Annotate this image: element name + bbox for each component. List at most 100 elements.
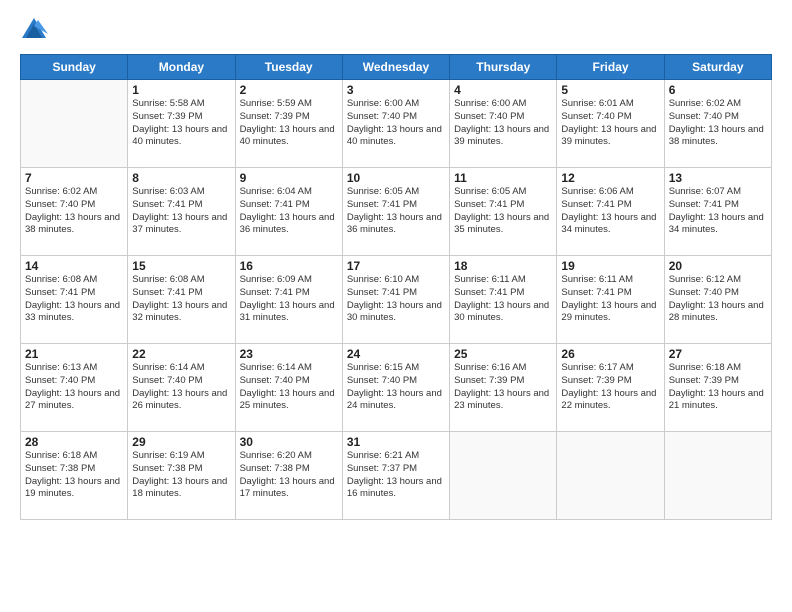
day-number: 21 bbox=[25, 347, 123, 361]
day-number: 10 bbox=[347, 171, 445, 185]
day-number: 9 bbox=[240, 171, 338, 185]
day-cell-15: 15Sunrise: 6:08 AM Sunset: 7:41 PM Dayli… bbox=[128, 256, 235, 344]
day-info: Sunrise: 6:05 AM Sunset: 7:41 PM Dayligh… bbox=[454, 186, 552, 237]
day-number: 8 bbox=[132, 171, 230, 185]
day-info: Sunrise: 6:12 AM Sunset: 7:40 PM Dayligh… bbox=[669, 274, 767, 325]
day-cell-23: 23Sunrise: 6:14 AM Sunset: 7:40 PM Dayli… bbox=[235, 344, 342, 432]
day-header-thursday: Thursday bbox=[450, 55, 557, 80]
day-number: 27 bbox=[669, 347, 767, 361]
day-cell-6: 6Sunrise: 6:02 AM Sunset: 7:40 PM Daylig… bbox=[664, 80, 771, 168]
day-number: 7 bbox=[25, 171, 123, 185]
day-number: 15 bbox=[132, 259, 230, 273]
day-info: Sunrise: 6:06 AM Sunset: 7:41 PM Dayligh… bbox=[561, 186, 659, 237]
week-row-1: 1Sunrise: 5:58 AM Sunset: 7:39 PM Daylig… bbox=[21, 80, 772, 168]
day-number: 17 bbox=[347, 259, 445, 273]
day-number: 1 bbox=[132, 83, 230, 97]
week-row-3: 14Sunrise: 6:08 AM Sunset: 7:41 PM Dayli… bbox=[21, 256, 772, 344]
day-info: Sunrise: 6:16 AM Sunset: 7:39 PM Dayligh… bbox=[454, 362, 552, 413]
day-cell-3: 3Sunrise: 6:00 AM Sunset: 7:40 PM Daylig… bbox=[342, 80, 449, 168]
day-header-monday: Monday bbox=[128, 55, 235, 80]
day-cell-25: 25Sunrise: 6:16 AM Sunset: 7:39 PM Dayli… bbox=[450, 344, 557, 432]
day-info: Sunrise: 6:17 AM Sunset: 7:39 PM Dayligh… bbox=[561, 362, 659, 413]
day-cell-24: 24Sunrise: 6:15 AM Sunset: 7:40 PM Dayli… bbox=[342, 344, 449, 432]
day-cell-5: 5Sunrise: 6:01 AM Sunset: 7:40 PM Daylig… bbox=[557, 80, 664, 168]
day-info: Sunrise: 6:11 AM Sunset: 7:41 PM Dayligh… bbox=[454, 274, 552, 325]
week-row-5: 28Sunrise: 6:18 AM Sunset: 7:38 PM Dayli… bbox=[21, 432, 772, 520]
day-number: 2 bbox=[240, 83, 338, 97]
day-number: 19 bbox=[561, 259, 659, 273]
day-info: Sunrise: 6:00 AM Sunset: 7:40 PM Dayligh… bbox=[454, 98, 552, 149]
day-info: Sunrise: 6:14 AM Sunset: 7:40 PM Dayligh… bbox=[132, 362, 230, 413]
day-cell-29: 29Sunrise: 6:19 AM Sunset: 7:38 PM Dayli… bbox=[128, 432, 235, 520]
day-info: Sunrise: 6:07 AM Sunset: 7:41 PM Dayligh… bbox=[669, 186, 767, 237]
day-cell-1: 1Sunrise: 5:58 AM Sunset: 7:39 PM Daylig… bbox=[128, 80, 235, 168]
day-cell-9: 9Sunrise: 6:04 AM Sunset: 7:41 PM Daylig… bbox=[235, 168, 342, 256]
day-header-saturday: Saturday bbox=[664, 55, 771, 80]
day-number: 26 bbox=[561, 347, 659, 361]
day-cell-4: 4Sunrise: 6:00 AM Sunset: 7:40 PM Daylig… bbox=[450, 80, 557, 168]
day-cell-11: 11Sunrise: 6:05 AM Sunset: 7:41 PM Dayli… bbox=[450, 168, 557, 256]
day-info: Sunrise: 6:05 AM Sunset: 7:41 PM Dayligh… bbox=[347, 186, 445, 237]
day-cell-21: 21Sunrise: 6:13 AM Sunset: 7:40 PM Dayli… bbox=[21, 344, 128, 432]
day-header-sunday: Sunday bbox=[21, 55, 128, 80]
day-number: 29 bbox=[132, 435, 230, 449]
day-info: Sunrise: 6:02 AM Sunset: 7:40 PM Dayligh… bbox=[669, 98, 767, 149]
day-number: 5 bbox=[561, 83, 659, 97]
day-info: Sunrise: 6:20 AM Sunset: 7:38 PM Dayligh… bbox=[240, 450, 338, 501]
day-info: Sunrise: 6:03 AM Sunset: 7:41 PM Dayligh… bbox=[132, 186, 230, 237]
logo bbox=[20, 16, 52, 44]
day-cell-22: 22Sunrise: 6:14 AM Sunset: 7:40 PM Dayli… bbox=[128, 344, 235, 432]
day-info: Sunrise: 6:02 AM Sunset: 7:40 PM Dayligh… bbox=[25, 186, 123, 237]
day-cell-31: 31Sunrise: 6:21 AM Sunset: 7:37 PM Dayli… bbox=[342, 432, 449, 520]
day-info: Sunrise: 6:19 AM Sunset: 7:38 PM Dayligh… bbox=[132, 450, 230, 501]
day-number: 23 bbox=[240, 347, 338, 361]
day-number: 12 bbox=[561, 171, 659, 185]
day-number: 20 bbox=[669, 259, 767, 273]
day-info: Sunrise: 6:21 AM Sunset: 7:37 PM Dayligh… bbox=[347, 450, 445, 501]
day-cell-2: 2Sunrise: 5:59 AM Sunset: 7:39 PM Daylig… bbox=[235, 80, 342, 168]
day-number: 22 bbox=[132, 347, 230, 361]
day-number: 31 bbox=[347, 435, 445, 449]
day-info: Sunrise: 6:01 AM Sunset: 7:40 PM Dayligh… bbox=[561, 98, 659, 149]
day-number: 14 bbox=[25, 259, 123, 273]
day-number: 16 bbox=[240, 259, 338, 273]
day-info: Sunrise: 6:11 AM Sunset: 7:41 PM Dayligh… bbox=[561, 274, 659, 325]
day-cell-8: 8Sunrise: 6:03 AM Sunset: 7:41 PM Daylig… bbox=[128, 168, 235, 256]
day-cell-16: 16Sunrise: 6:09 AM Sunset: 7:41 PM Dayli… bbox=[235, 256, 342, 344]
day-cell-7: 7Sunrise: 6:02 AM Sunset: 7:40 PM Daylig… bbox=[21, 168, 128, 256]
header bbox=[20, 16, 772, 44]
day-info: Sunrise: 5:59 AM Sunset: 7:39 PM Dayligh… bbox=[240, 98, 338, 149]
day-number: 3 bbox=[347, 83, 445, 97]
day-cell-17: 17Sunrise: 6:10 AM Sunset: 7:41 PM Dayli… bbox=[342, 256, 449, 344]
day-cell-12: 12Sunrise: 6:06 AM Sunset: 7:41 PM Dayli… bbox=[557, 168, 664, 256]
day-number: 30 bbox=[240, 435, 338, 449]
day-cell-18: 18Sunrise: 6:11 AM Sunset: 7:41 PM Dayli… bbox=[450, 256, 557, 344]
page: SundayMondayTuesdayWednesdayThursdayFrid… bbox=[0, 0, 792, 612]
empty-cell bbox=[557, 432, 664, 520]
day-info: Sunrise: 5:58 AM Sunset: 7:39 PM Dayligh… bbox=[132, 98, 230, 149]
day-info: Sunrise: 6:00 AM Sunset: 7:40 PM Dayligh… bbox=[347, 98, 445, 149]
week-row-4: 21Sunrise: 6:13 AM Sunset: 7:40 PM Dayli… bbox=[21, 344, 772, 432]
day-number: 11 bbox=[454, 171, 552, 185]
day-info: Sunrise: 6:04 AM Sunset: 7:41 PM Dayligh… bbox=[240, 186, 338, 237]
day-info: Sunrise: 6:10 AM Sunset: 7:41 PM Dayligh… bbox=[347, 274, 445, 325]
day-info: Sunrise: 6:18 AM Sunset: 7:39 PM Dayligh… bbox=[669, 362, 767, 413]
day-cell-14: 14Sunrise: 6:08 AM Sunset: 7:41 PM Dayli… bbox=[21, 256, 128, 344]
day-cell-10: 10Sunrise: 6:05 AM Sunset: 7:41 PM Dayli… bbox=[342, 168, 449, 256]
day-header-friday: Friday bbox=[557, 55, 664, 80]
empty-cell bbox=[450, 432, 557, 520]
day-cell-19: 19Sunrise: 6:11 AM Sunset: 7:41 PM Dayli… bbox=[557, 256, 664, 344]
header-row: SundayMondayTuesdayWednesdayThursdayFrid… bbox=[21, 55, 772, 80]
day-number: 4 bbox=[454, 83, 552, 97]
day-info: Sunrise: 6:15 AM Sunset: 7:40 PM Dayligh… bbox=[347, 362, 445, 413]
calendar-table: SundayMondayTuesdayWednesdayThursdayFrid… bbox=[20, 54, 772, 520]
day-cell-26: 26Sunrise: 6:17 AM Sunset: 7:39 PM Dayli… bbox=[557, 344, 664, 432]
day-number: 18 bbox=[454, 259, 552, 273]
day-cell-28: 28Sunrise: 6:18 AM Sunset: 7:38 PM Dayli… bbox=[21, 432, 128, 520]
day-number: 28 bbox=[25, 435, 123, 449]
day-info: Sunrise: 6:08 AM Sunset: 7:41 PM Dayligh… bbox=[25, 274, 123, 325]
day-cell-27: 27Sunrise: 6:18 AM Sunset: 7:39 PM Dayli… bbox=[664, 344, 771, 432]
empty-cell bbox=[21, 80, 128, 168]
logo-icon bbox=[20, 16, 48, 44]
day-cell-13: 13Sunrise: 6:07 AM Sunset: 7:41 PM Dayli… bbox=[664, 168, 771, 256]
